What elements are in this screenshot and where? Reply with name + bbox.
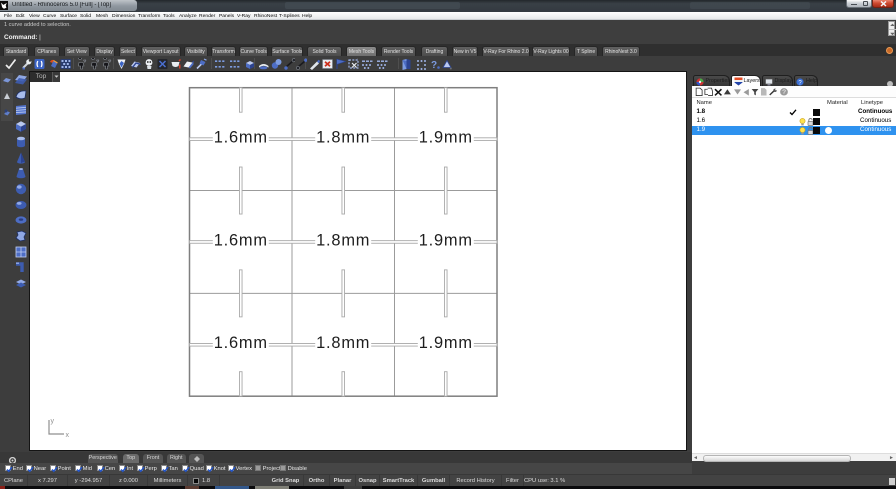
svg-text:1.8mm: 1.8mm [316, 129, 370, 147]
svg-text:y: y [51, 418, 55, 425]
svg-text:?: ? [782, 89, 786, 96]
svg-text:1.8mm: 1.8mm [316, 334, 370, 352]
svg-text:1.9mm: 1.9mm [419, 231, 473, 249]
svg-text:1.9mm: 1.9mm [419, 129, 473, 147]
svg-text:1.6mm: 1.6mm [214, 231, 268, 249]
svg-text:1.8mm: 1.8mm [316, 231, 370, 249]
svg-text:x: x [66, 432, 70, 439]
svg-text:?: ? [431, 60, 437, 70]
svg-text:1.6mm: 1.6mm [214, 129, 268, 147]
svg-text:1.6mm: 1.6mm [214, 334, 268, 352]
svg-text:1.9mm: 1.9mm [419, 334, 473, 352]
